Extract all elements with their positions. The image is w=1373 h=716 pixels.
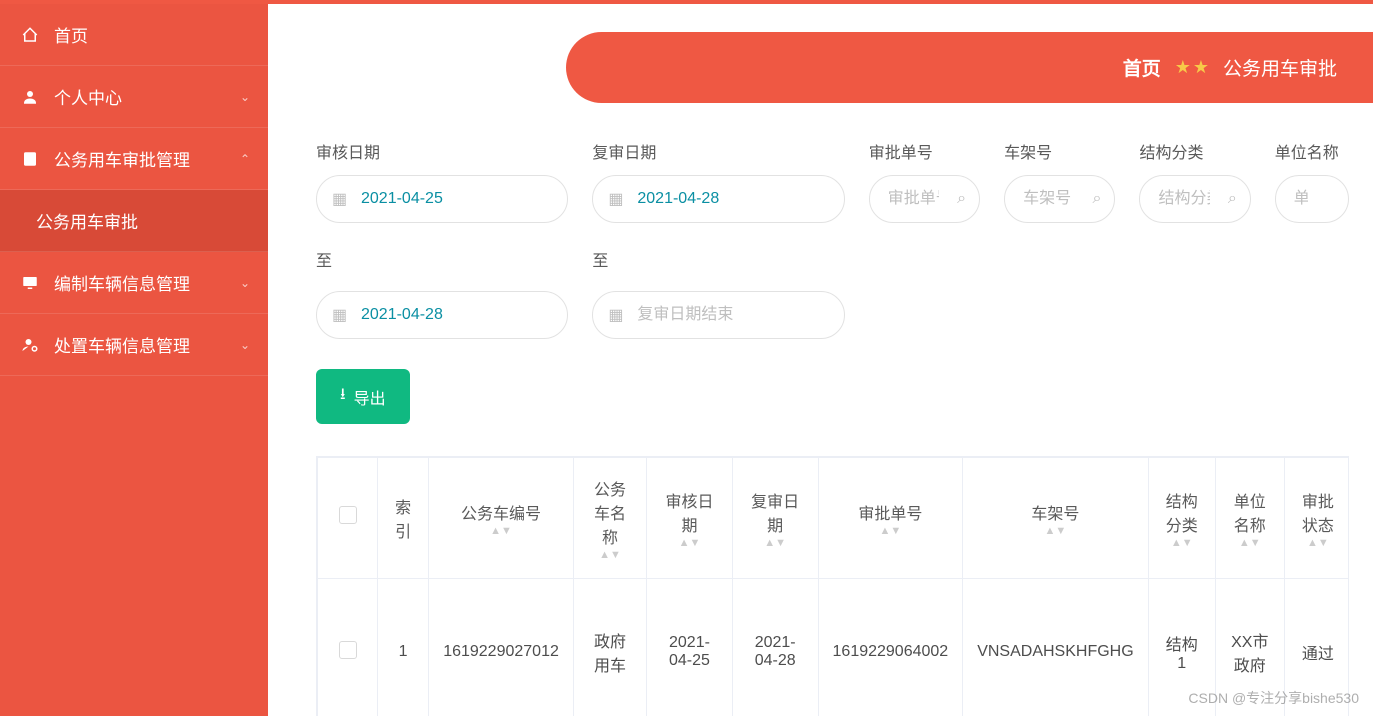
- row-checkbox[interactable]: [339, 641, 357, 659]
- cell-approval-no: 1619229064002: [818, 578, 963, 716]
- col-review-date[interactable]: 复审日期▲▼: [732, 458, 818, 579]
- file-icon: [20, 149, 40, 169]
- sort-icon: ▲▼: [833, 528, 949, 536]
- chevron-down-icon: ⌄: [240, 338, 250, 352]
- label-to: 至: [316, 247, 568, 271]
- crumb-current: 公务用车审批: [1223, 54, 1337, 81]
- calendar-icon: ▦: [608, 189, 623, 209]
- cell-idx: 1: [378, 578, 429, 716]
- audit-date-end-input[interactable]: [316, 291, 568, 339]
- sidebar-item-label: 首页: [54, 22, 88, 47]
- user-icon: [20, 87, 40, 107]
- sidebar-item-label: 处置车辆信息管理: [54, 332, 190, 357]
- watermark: CSDN @专注分享bishe530: [1188, 688, 1359, 708]
- cell-car-name: 政府用车: [573, 578, 646, 716]
- data-table: 索引 公务车编号▲▼ 公务车名称▲▼ 审核日期▲▼ 复审日期▲▼ 审批单号▲▼ …: [316, 456, 1349, 716]
- sort-icon: ▲▼: [977, 528, 1133, 536]
- stars-icon: ★★: [1175, 57, 1209, 78]
- label-struct: 结构分类: [1139, 139, 1250, 163]
- col-car-name[interactable]: 公务车名称▲▼: [573, 458, 646, 579]
- col-struct[interactable]: 结构分类▲▼: [1148, 458, 1215, 579]
- calendar-icon: ▦: [332, 189, 347, 209]
- export-button[interactable]: ⭳ 导出: [316, 369, 410, 424]
- search-icon: ⌕: [1092, 190, 1101, 208]
- search-icon: ⌕: [1228, 190, 1237, 208]
- sort-icon: ▲▼: [661, 540, 718, 548]
- cell-car-no: 1619229027012: [429, 578, 574, 716]
- review-date-start-input[interactable]: [592, 175, 844, 223]
- label-to: 至: [592, 247, 844, 271]
- calendar-icon: ▦: [608, 305, 623, 325]
- review-date-end-input[interactable]: [592, 291, 844, 339]
- chevron-up-icon: ⌃: [240, 152, 250, 166]
- cell-audit-date: 2021-04-25: [647, 578, 733, 716]
- sidebar-item-profile[interactable]: 个人中心 ⌄: [0, 66, 268, 128]
- sidebar-item-label: 编制车辆信息管理: [54, 270, 190, 295]
- sidebar-item-disposal[interactable]: 处置车辆信息管理 ⌄: [0, 314, 268, 376]
- sidebar-item-approval[interactable]: 公务用车审批: [0, 190, 268, 252]
- home-icon: [20, 25, 40, 45]
- label-review-date: 复审日期: [592, 139, 844, 163]
- label-org: 单位名称: [1275, 139, 1349, 163]
- sidebar-item-home[interactable]: 首页: [0, 4, 268, 66]
- col-approval-no[interactable]: 审批单号▲▼: [818, 458, 963, 579]
- sidebar-item-label: 个人中心: [54, 84, 122, 109]
- sidebar: 首页 个人中心 ⌄ 公务用车审批管理 ⌃ 公务用车审批 编制车辆信息管理 ⌄: [0, 4, 268, 716]
- cell-review-date: 2021-04-28: [732, 578, 818, 716]
- col-car-no[interactable]: 公务车编号▲▼: [429, 458, 574, 579]
- table-header-row: 索引 公务车编号▲▼ 公务车名称▲▼ 审核日期▲▼ 复审日期▲▼ 审批单号▲▼ …: [318, 458, 1350, 579]
- col-audit-date[interactable]: 审核日期▲▼: [647, 458, 733, 579]
- select-all-checkbox[interactable]: [339, 506, 357, 524]
- sidebar-item-label: 公务用车审批管理: [54, 146, 190, 171]
- sort-icon: ▲▼: [443, 528, 559, 536]
- sort-icon: ▲▼: [1163, 540, 1201, 548]
- calendar-icon: ▦: [332, 305, 347, 325]
- download-icon: ⭳: [340, 383, 346, 410]
- chevron-down-icon: ⌄: [240, 276, 250, 290]
- monitor-icon: [20, 273, 40, 293]
- sort-icon: ▲▼: [1230, 540, 1270, 548]
- col-idx[interactable]: 索引: [378, 458, 429, 579]
- chevron-down-icon: ⌄: [240, 90, 250, 104]
- user-cog-icon: [20, 335, 40, 355]
- col-status[interactable]: 审批状态▲▼: [1284, 458, 1349, 579]
- sort-icon: ▲▼: [588, 552, 632, 560]
- breadcrumb: 首页 ★★ 公务用车审批: [566, 32, 1373, 103]
- col-org[interactable]: 单位名称▲▼: [1215, 458, 1284, 579]
- search-icon: ⌕: [957, 190, 966, 208]
- audit-date-start-input[interactable]: [316, 175, 568, 223]
- sidebar-item-label: 公务用车审批: [36, 208, 138, 233]
- export-label: 导出: [354, 385, 386, 409]
- label-vin: 车架号: [1004, 139, 1115, 163]
- label-audit-date: 审核日期: [316, 139, 568, 163]
- label-approval-no: 审批单号: [869, 139, 980, 163]
- sidebar-item-vehicle-info[interactable]: 编制车辆信息管理 ⌄: [0, 252, 268, 314]
- org-input[interactable]: [1275, 175, 1349, 223]
- sort-icon: ▲▼: [1299, 540, 1337, 548]
- content-area: 首页 ★★ 公务用车审批 审核日期 ▦ 至 ▦: [268, 4, 1373, 716]
- cell-vin: VNSADAHSKHFGHG: [963, 578, 1148, 716]
- col-vin[interactable]: 车架号▲▼: [963, 458, 1148, 579]
- crumb-home[interactable]: 首页: [1123, 54, 1161, 81]
- sort-icon: ▲▼: [747, 540, 804, 548]
- sidebar-item-approval-mgmt[interactable]: 公务用车审批管理 ⌃: [0, 128, 268, 190]
